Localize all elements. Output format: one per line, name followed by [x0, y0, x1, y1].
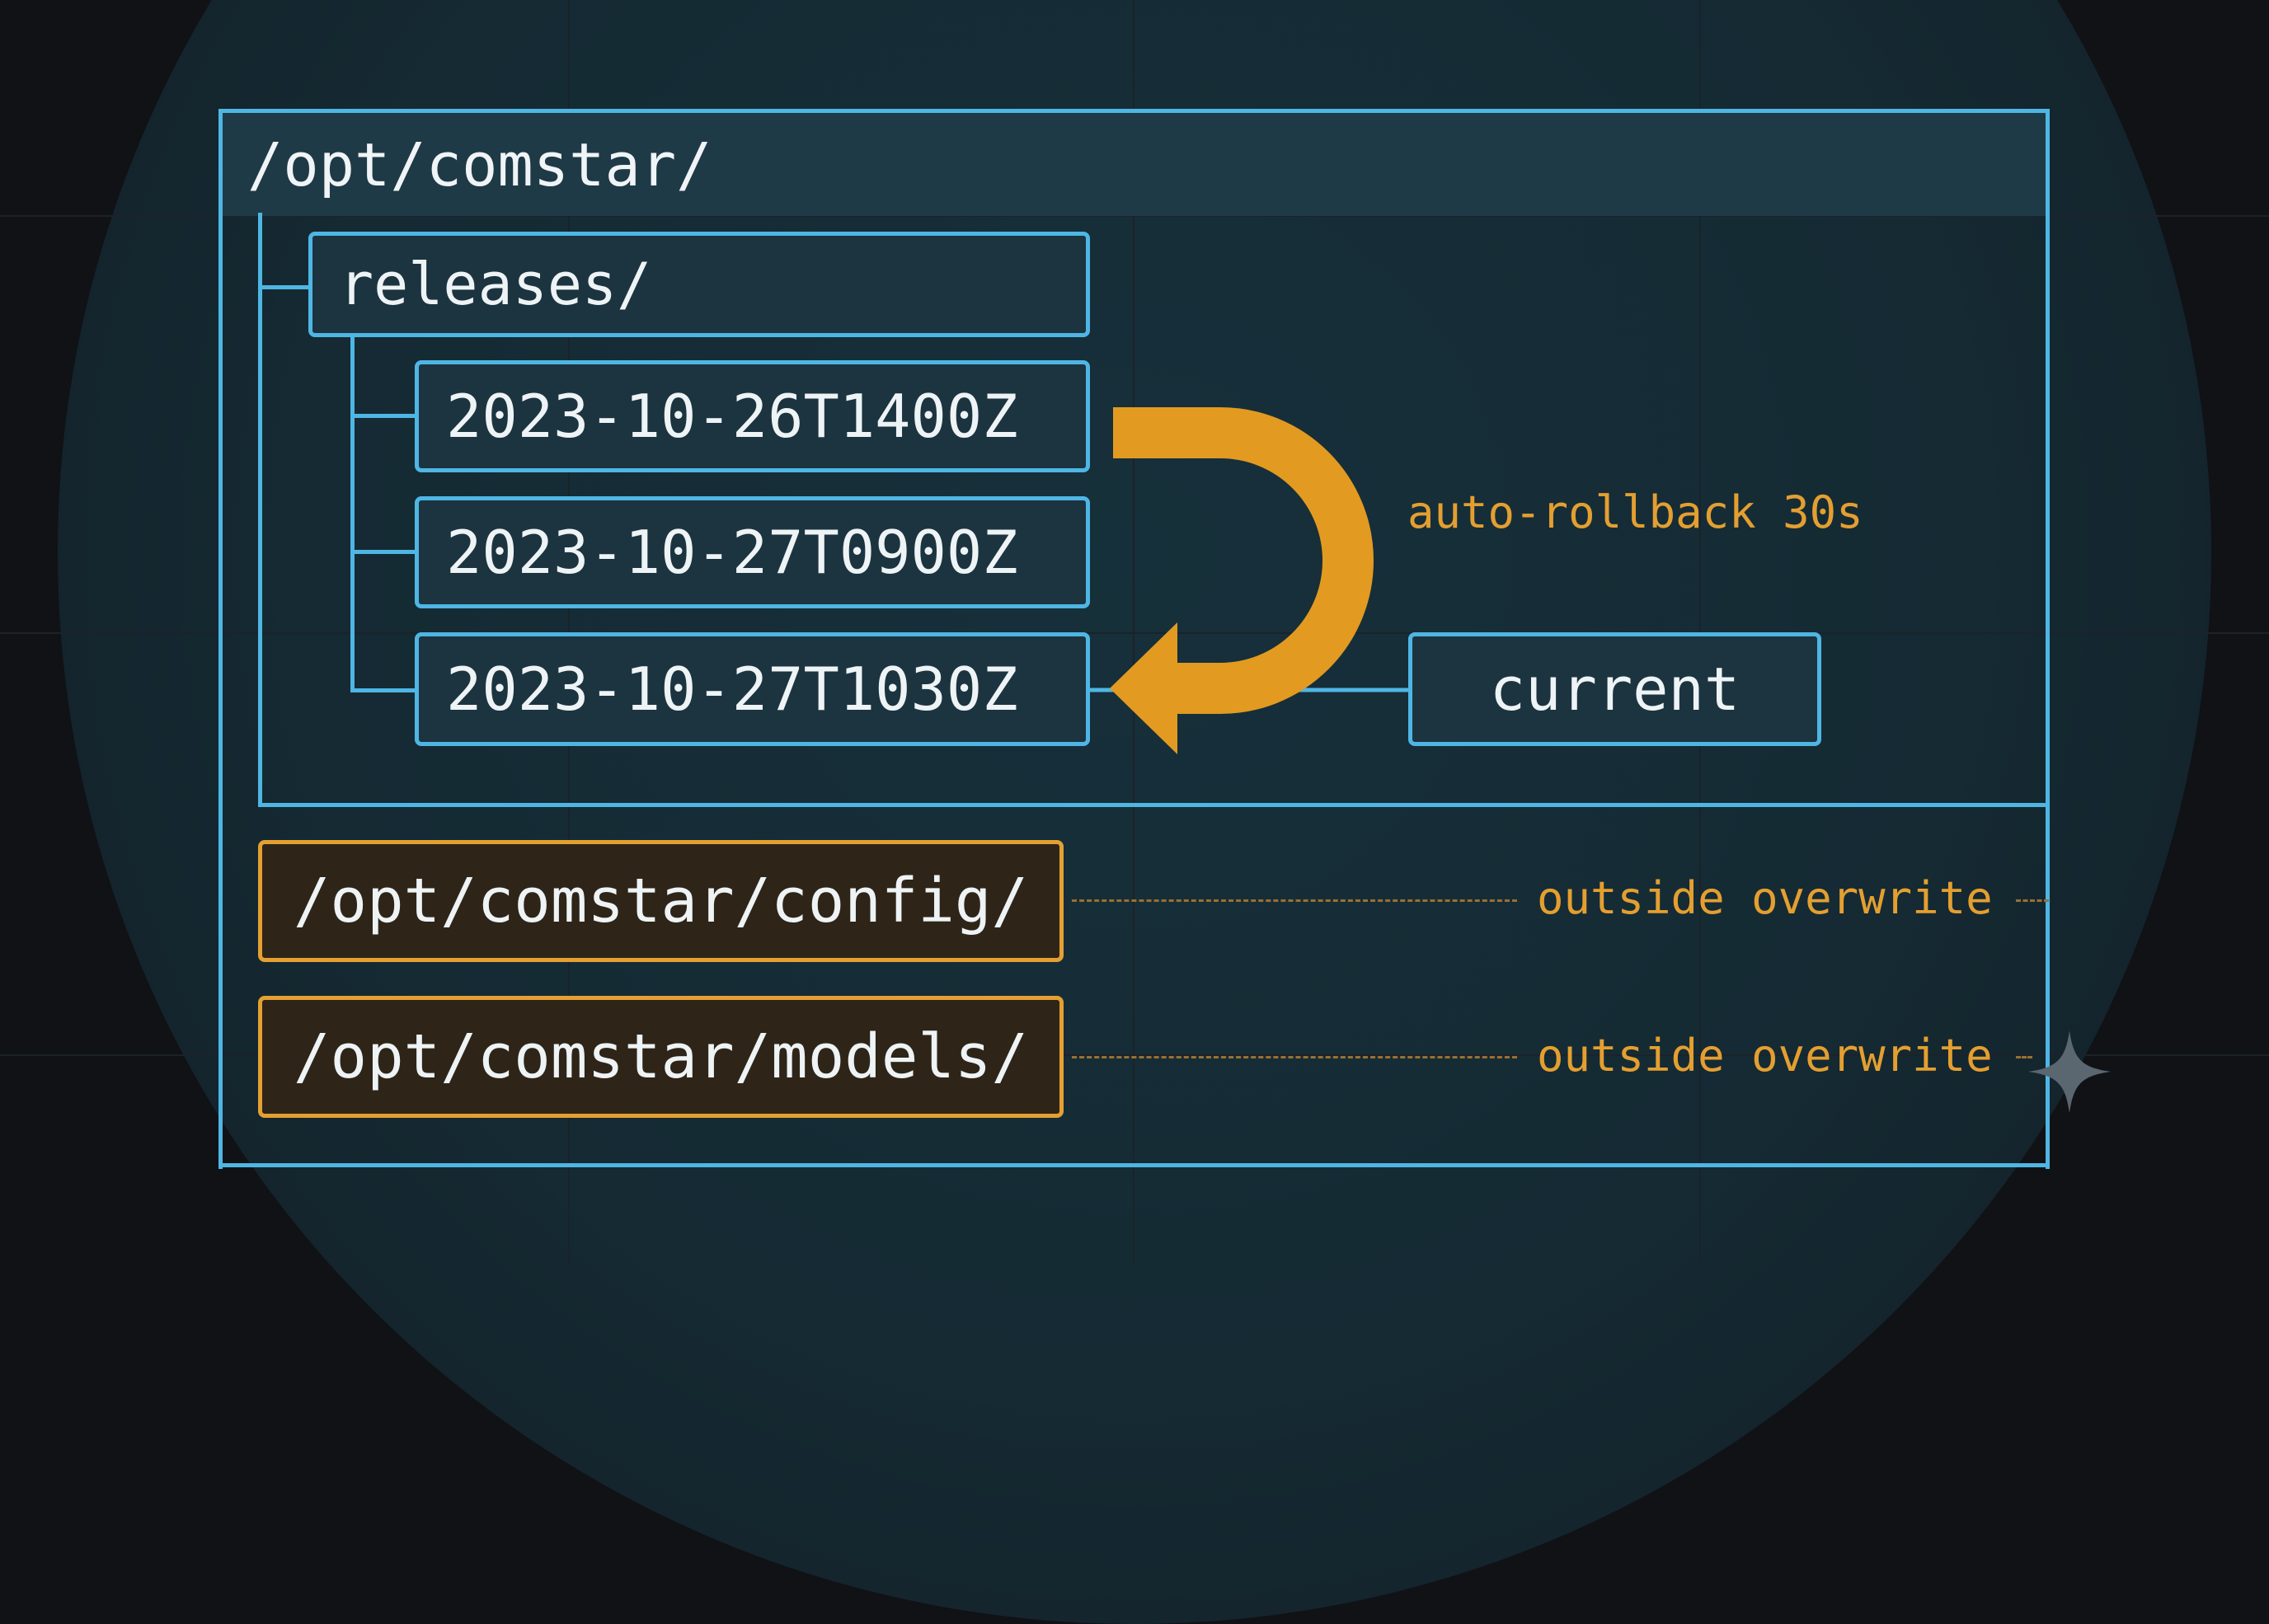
sparkle-icon — [2028, 1030, 2111, 1113]
config-dash-tail — [2016, 899, 2049, 902]
config-dash-leader — [1072, 899, 1517, 902]
models-dash-leader — [1072, 1056, 1517, 1058]
config-note: outside overwrite — [1537, 872, 1993, 924]
models-note: outside overwrite — [1537, 1030, 1993, 1082]
config-folder-label: /opt/comstar/config/ — [294, 866, 1029, 936]
rollback-arrow-curve — [1113, 407, 1374, 714]
current-symlink[interactable]: current — [1408, 632, 1821, 746]
models-folder-label: /opt/comstar/models/ — [294, 1021, 1029, 1092]
rollback-arrowhead — [1110, 622, 1177, 754]
models-folder[interactable]: /opt/comstar/models/ — [258, 996, 1064, 1118]
current-symlink-label: current — [1489, 655, 1741, 724]
config-folder[interactable]: /opt/comstar/config/ — [258, 840, 1064, 962]
rollback-label: auto-rollback 30s — [1407, 486, 1863, 538]
directory-diagram: /opt/comstar/ releases/ 2023-10-26T1400Z… — [0, 0, 2269, 1624]
